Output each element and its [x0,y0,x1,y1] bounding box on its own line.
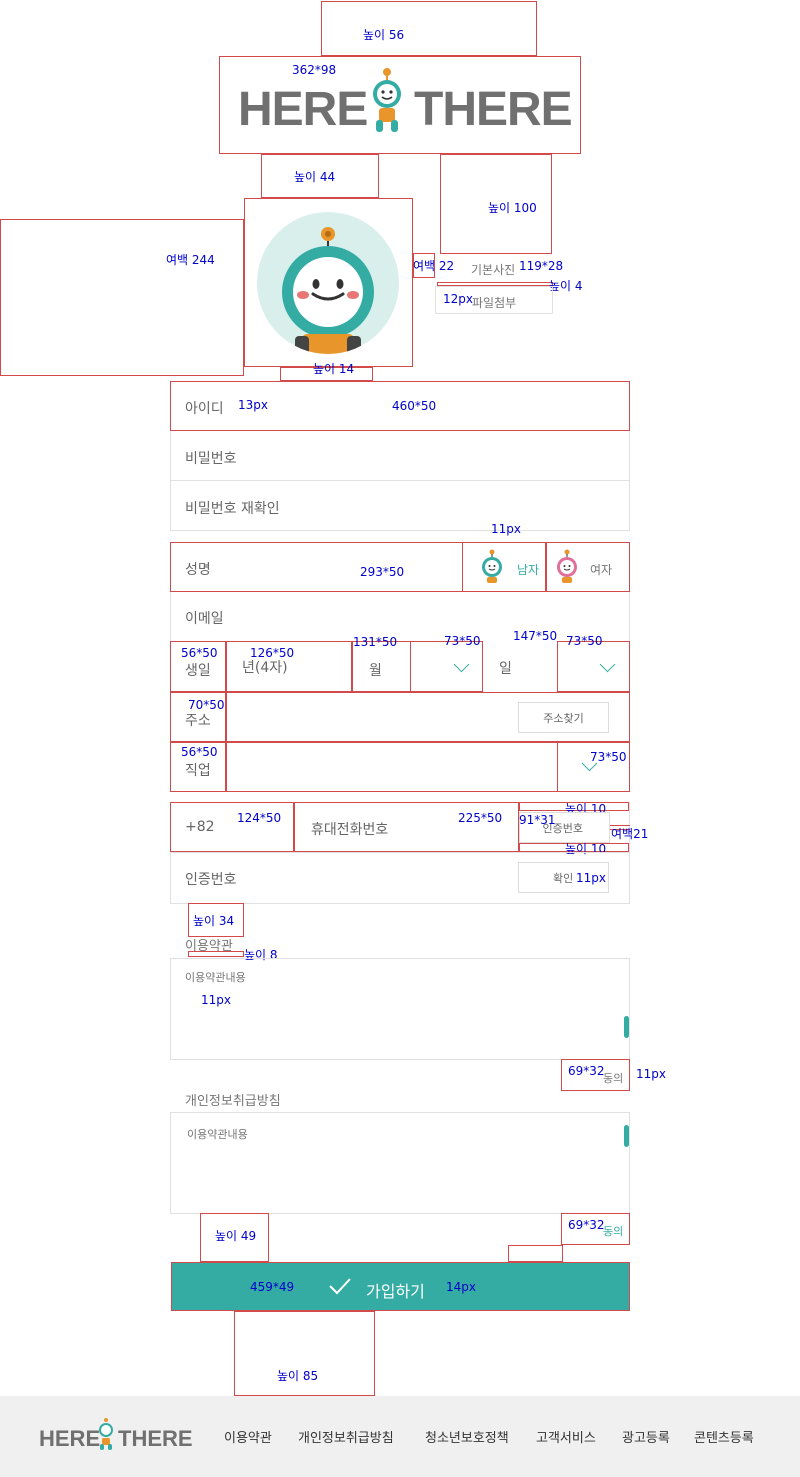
gap-8-guide [188,951,244,957]
name-field[interactable] [170,542,463,592]
annotation: 460*50 [392,399,437,413]
top-spacing-guide [321,1,537,56]
birth-day-label: 일 [499,661,512,677]
logo-text-there: THERE [414,83,573,136]
privacy-content: 이용약관내용 [187,1128,248,1141]
annotation: 높이 56 [363,28,405,42]
profile-mascot-icon [257,212,399,354]
annotation: 69*32 [568,1218,605,1232]
footer-link-privacy[interactable]: 개인정보취급방침 [298,1427,394,1446]
annotation: 높이 4 [549,279,583,293]
terms-scrollbar[interactable] [624,1016,629,1038]
annotation: 69*32 [568,1064,605,1078]
annotation: 높이 10 [565,842,607,856]
annotation: 91*31 [519,813,556,827]
email-label: 이메일 [185,611,224,627]
annotation: 높이 49 [215,1229,257,1243]
default-photo-label[interactable]: 기본사진 [471,261,515,278]
address-label: 주소 [185,713,211,729]
day-dropdown-button[interactable] [557,641,630,692]
verify-code-label: 인증번호 [185,872,237,888]
logo-text-here: HERE [238,83,368,136]
annotation: 73*50 [590,750,627,764]
annotation: 293*50 [360,565,405,579]
birth-month-label: 월 [369,663,382,679]
annotation: 124*50 [237,811,282,825]
job-input[interactable] [226,742,558,792]
address-search-label: 주소찾기 [543,711,584,725]
month-dropdown-button[interactable] [410,641,483,692]
privacy-agree-label: 동의 [603,1225,624,1238]
female-mascot-icon [557,549,577,583]
annotation: 14px [446,1280,476,1294]
annotation: 56*50 [181,745,218,759]
password-confirm-label: 비밀번호 재확인 [185,501,280,517]
id-label: 아이디 [185,401,224,417]
job-label: 직업 [185,763,211,779]
file-attach-label: 파일첨부 [472,296,517,310]
password-field[interactable] [171,431,629,480]
annotation: 13px [238,398,268,412]
margin-244-guide [0,219,244,376]
annotation: 높이 14 [313,362,355,376]
country-code-value: +82 [185,819,215,835]
footer-logo-there: THERE [118,1426,193,1451]
terms-content: 이용약관내용 [185,971,246,984]
annotation: 131*50 [353,635,398,649]
email-field[interactable] [171,593,629,641]
footer-link-support[interactable]: 고객서비스 [536,1427,596,1446]
annotation: 147*50 [513,629,558,643]
birth-label: 생일 [185,663,211,679]
annotation: 높이 100 [488,201,537,215]
footer-link-ads[interactable]: 광고등록 [622,1427,670,1446]
spacing-guide [508,1245,563,1262]
confirm-label: 확인 [553,871,574,885]
annotation: 11px [491,522,521,536]
annotation: 56*50 [181,646,218,660]
annotation: 여백21 [611,827,649,841]
footer-link-terms[interactable]: 이용약관 [224,1427,272,1446]
annotation: 12px [443,292,473,306]
mascot-logo-icon [373,68,401,132]
annotation: 119*28 [519,259,564,273]
annotation: 높이 44 [294,170,336,184]
annotation: 여백 244 [166,253,215,267]
annotation: 높이 34 [193,914,235,928]
annotation: 11px [201,993,231,1007]
check-icon [329,1278,351,1295]
footer-link-youth[interactable]: 청소년보호정책 [425,1427,509,1446]
footer-link-content[interactable]: 콘텐츠등록 [694,1427,754,1446]
footer-mascot-icon [99,1418,113,1450]
annotation: 73*50 [566,634,603,648]
footer-logo-here: HERE [39,1426,101,1451]
signup-label: 가입하기 [366,1282,425,1301]
password-label: 비밀번호 [185,451,237,467]
name-label: 성명 [185,562,211,578]
annotation: 11px [636,1067,666,1081]
terms-agree-label: 동의 [603,1072,624,1085]
annotation: 11px [576,871,606,885]
annotation: 362*98 [292,63,337,77]
birth-year-placeholder: 년(4자) [242,660,288,676]
phone-placeholder: 휴대전화번호 [311,822,389,838]
annotation: 225*50 [458,811,503,825]
annotation: 73*50 [444,634,481,648]
annotation: 높이 85 [277,1369,319,1383]
address-search-button[interactable]: 주소찾기 [518,702,609,733]
annotation: 459*49 [250,1280,295,1294]
privacy-scrollbar[interactable] [624,1125,629,1147]
male-label: 남자 [517,563,540,577]
female-label: 여자 [590,563,613,577]
male-mascot-icon [482,549,502,583]
privacy-title: 개인정보취급방침 [185,1094,281,1109]
